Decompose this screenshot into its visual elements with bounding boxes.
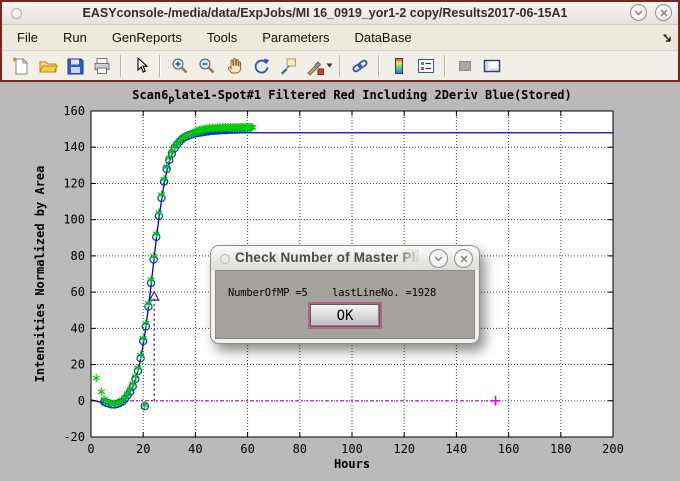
svg-text:100: 100 xyxy=(63,213,85,227)
toolbar-separator xyxy=(120,55,122,77)
window-menu-icon[interactable] xyxy=(11,8,22,19)
data-cursor-button[interactable] xyxy=(275,54,300,78)
dialog-window-menu-icon[interactable] xyxy=(220,254,230,264)
toolbar-separator xyxy=(444,55,446,77)
chevron-down-icon xyxy=(634,10,643,16)
toolbar-separator xyxy=(339,55,341,77)
minimize-button[interactable] xyxy=(630,4,647,21)
brush-button[interactable] xyxy=(302,54,327,78)
menu-tools[interactable]: Tools xyxy=(200,28,244,47)
chevron-down-icon xyxy=(434,256,443,262)
open-file-button[interactable] xyxy=(35,54,60,78)
zoom-in-icon xyxy=(170,56,190,76)
svg-text:200: 200 xyxy=(602,442,624,456)
rotate-icon xyxy=(251,56,271,76)
svg-text:140: 140 xyxy=(63,140,85,154)
new-file-button[interactable] xyxy=(8,54,33,78)
window-chrome: EASYconsole-/media/data/ExpJobs/MI 16_09… xyxy=(0,0,680,82)
dialog-minimize-button[interactable] xyxy=(429,249,448,268)
zoom-in-button[interactable] xyxy=(167,54,192,78)
show-plot-tools-icon xyxy=(482,56,502,76)
dialog-titlebar[interactable]: Check Number of Master Pla xyxy=(211,246,479,270)
menu-parameters[interactable]: Parameters xyxy=(255,28,336,47)
cursor-arrow-icon xyxy=(131,56,151,76)
insert-colorbar-button[interactable] xyxy=(386,54,411,78)
toolbar-separator xyxy=(378,55,380,77)
svg-text:140: 140 xyxy=(446,442,468,456)
svg-text:120: 120 xyxy=(393,442,415,456)
new-file-icon xyxy=(11,56,31,76)
toolbar xyxy=(2,51,678,80)
svg-text:180: 180 xyxy=(550,442,572,456)
svg-text:20: 20 xyxy=(71,358,85,372)
app-window: EASYconsole-/media/data/ExpJobs/MI 16_09… xyxy=(0,0,680,479)
toolbar-separator xyxy=(159,55,161,77)
pan-button[interactable] xyxy=(221,54,246,78)
svg-text:20: 20 xyxy=(136,442,150,456)
colorbar-icon xyxy=(389,56,409,76)
edit-arrow-button[interactable] xyxy=(128,54,153,78)
insert-legend-button[interactable] xyxy=(413,54,438,78)
svg-text:-20: -20 xyxy=(63,430,85,444)
dialog-close-button[interactable] xyxy=(454,249,473,268)
figure-area: 020406080100120140160180200-200204060801… xyxy=(0,82,680,481)
svg-text:160: 160 xyxy=(498,442,520,456)
svg-text:40: 40 xyxy=(71,321,85,335)
menu-genreports[interactable]: GenReports xyxy=(105,28,189,47)
window-title: EASYconsole-/media/data/ExpJobs/MI 16_09… xyxy=(2,6,678,20)
dialog-message: NumberOfMP =5 lastLineNo. =1928 xyxy=(228,287,474,299)
zoom-out-button[interactable] xyxy=(194,54,219,78)
menu-database[interactable]: DataBase xyxy=(347,28,418,47)
dialog-check-number-of-master-plates: Check Number of Master Pla NumberOfMP =5… xyxy=(210,245,480,344)
svg-text:0: 0 xyxy=(78,394,85,408)
menubar: File Run GenReports Tools Parameters Dat… xyxy=(2,25,678,51)
svg-text:80: 80 xyxy=(71,249,85,263)
svg-text:60: 60 xyxy=(240,442,254,456)
hand-icon xyxy=(224,56,244,76)
data-cursor-icon xyxy=(278,56,298,76)
menu-tearoff-arrow-icon[interactable] xyxy=(662,31,673,49)
close-icon xyxy=(660,9,668,17)
dialog-title-fade xyxy=(395,249,419,268)
link-icon xyxy=(350,56,370,76)
print-button[interactable] xyxy=(89,54,114,78)
rotate-3d-button[interactable] xyxy=(248,54,273,78)
printer-icon xyxy=(92,56,112,76)
svg-text:Intensities Normalized by Area: Intensities Normalized by Area xyxy=(33,166,47,383)
svg-text:80: 80 xyxy=(293,442,307,456)
menu-run[interactable]: Run xyxy=(56,28,94,47)
svg-text:0: 0 xyxy=(87,442,94,456)
svg-text:Scan6plate1-Spot#1 Filtered Re: Scan6plate1-Spot#1 Filtered Red Includin… xyxy=(132,88,572,105)
close-icon xyxy=(460,255,468,263)
dialog-ok-button[interactable]: OK xyxy=(310,304,380,327)
link-plot-button[interactable] xyxy=(347,54,372,78)
zoom-out-icon xyxy=(197,56,217,76)
svg-text:100: 100 xyxy=(341,442,363,456)
hide-plot-tools-icon xyxy=(455,56,475,76)
hide-plot-tools-button xyxy=(452,54,477,78)
legend-icon xyxy=(416,56,436,76)
dialog-title: Check Number of Master Pla xyxy=(235,250,419,265)
menu-file[interactable]: File xyxy=(10,28,45,47)
save-floppy-icon xyxy=(65,56,85,76)
svg-text:120: 120 xyxy=(63,176,85,190)
dialog-body: NumberOfMP =5 lastLineNo. =1928 OK xyxy=(215,270,475,339)
brush-dropdown-caret-icon[interactable] xyxy=(326,63,333,68)
open-folder-icon xyxy=(38,56,58,76)
svg-text:60: 60 xyxy=(71,285,85,299)
show-plot-tools-button[interactable] xyxy=(479,54,504,78)
brush-icon xyxy=(305,56,325,76)
svg-text:40: 40 xyxy=(188,442,202,456)
close-button[interactable] xyxy=(655,4,672,21)
titlebar[interactable]: EASYconsole-/media/data/ExpJobs/MI 16_09… xyxy=(2,2,678,25)
svg-text:160: 160 xyxy=(63,104,85,118)
save-button[interactable] xyxy=(62,54,87,78)
svg-text:Hours: Hours xyxy=(334,457,370,471)
